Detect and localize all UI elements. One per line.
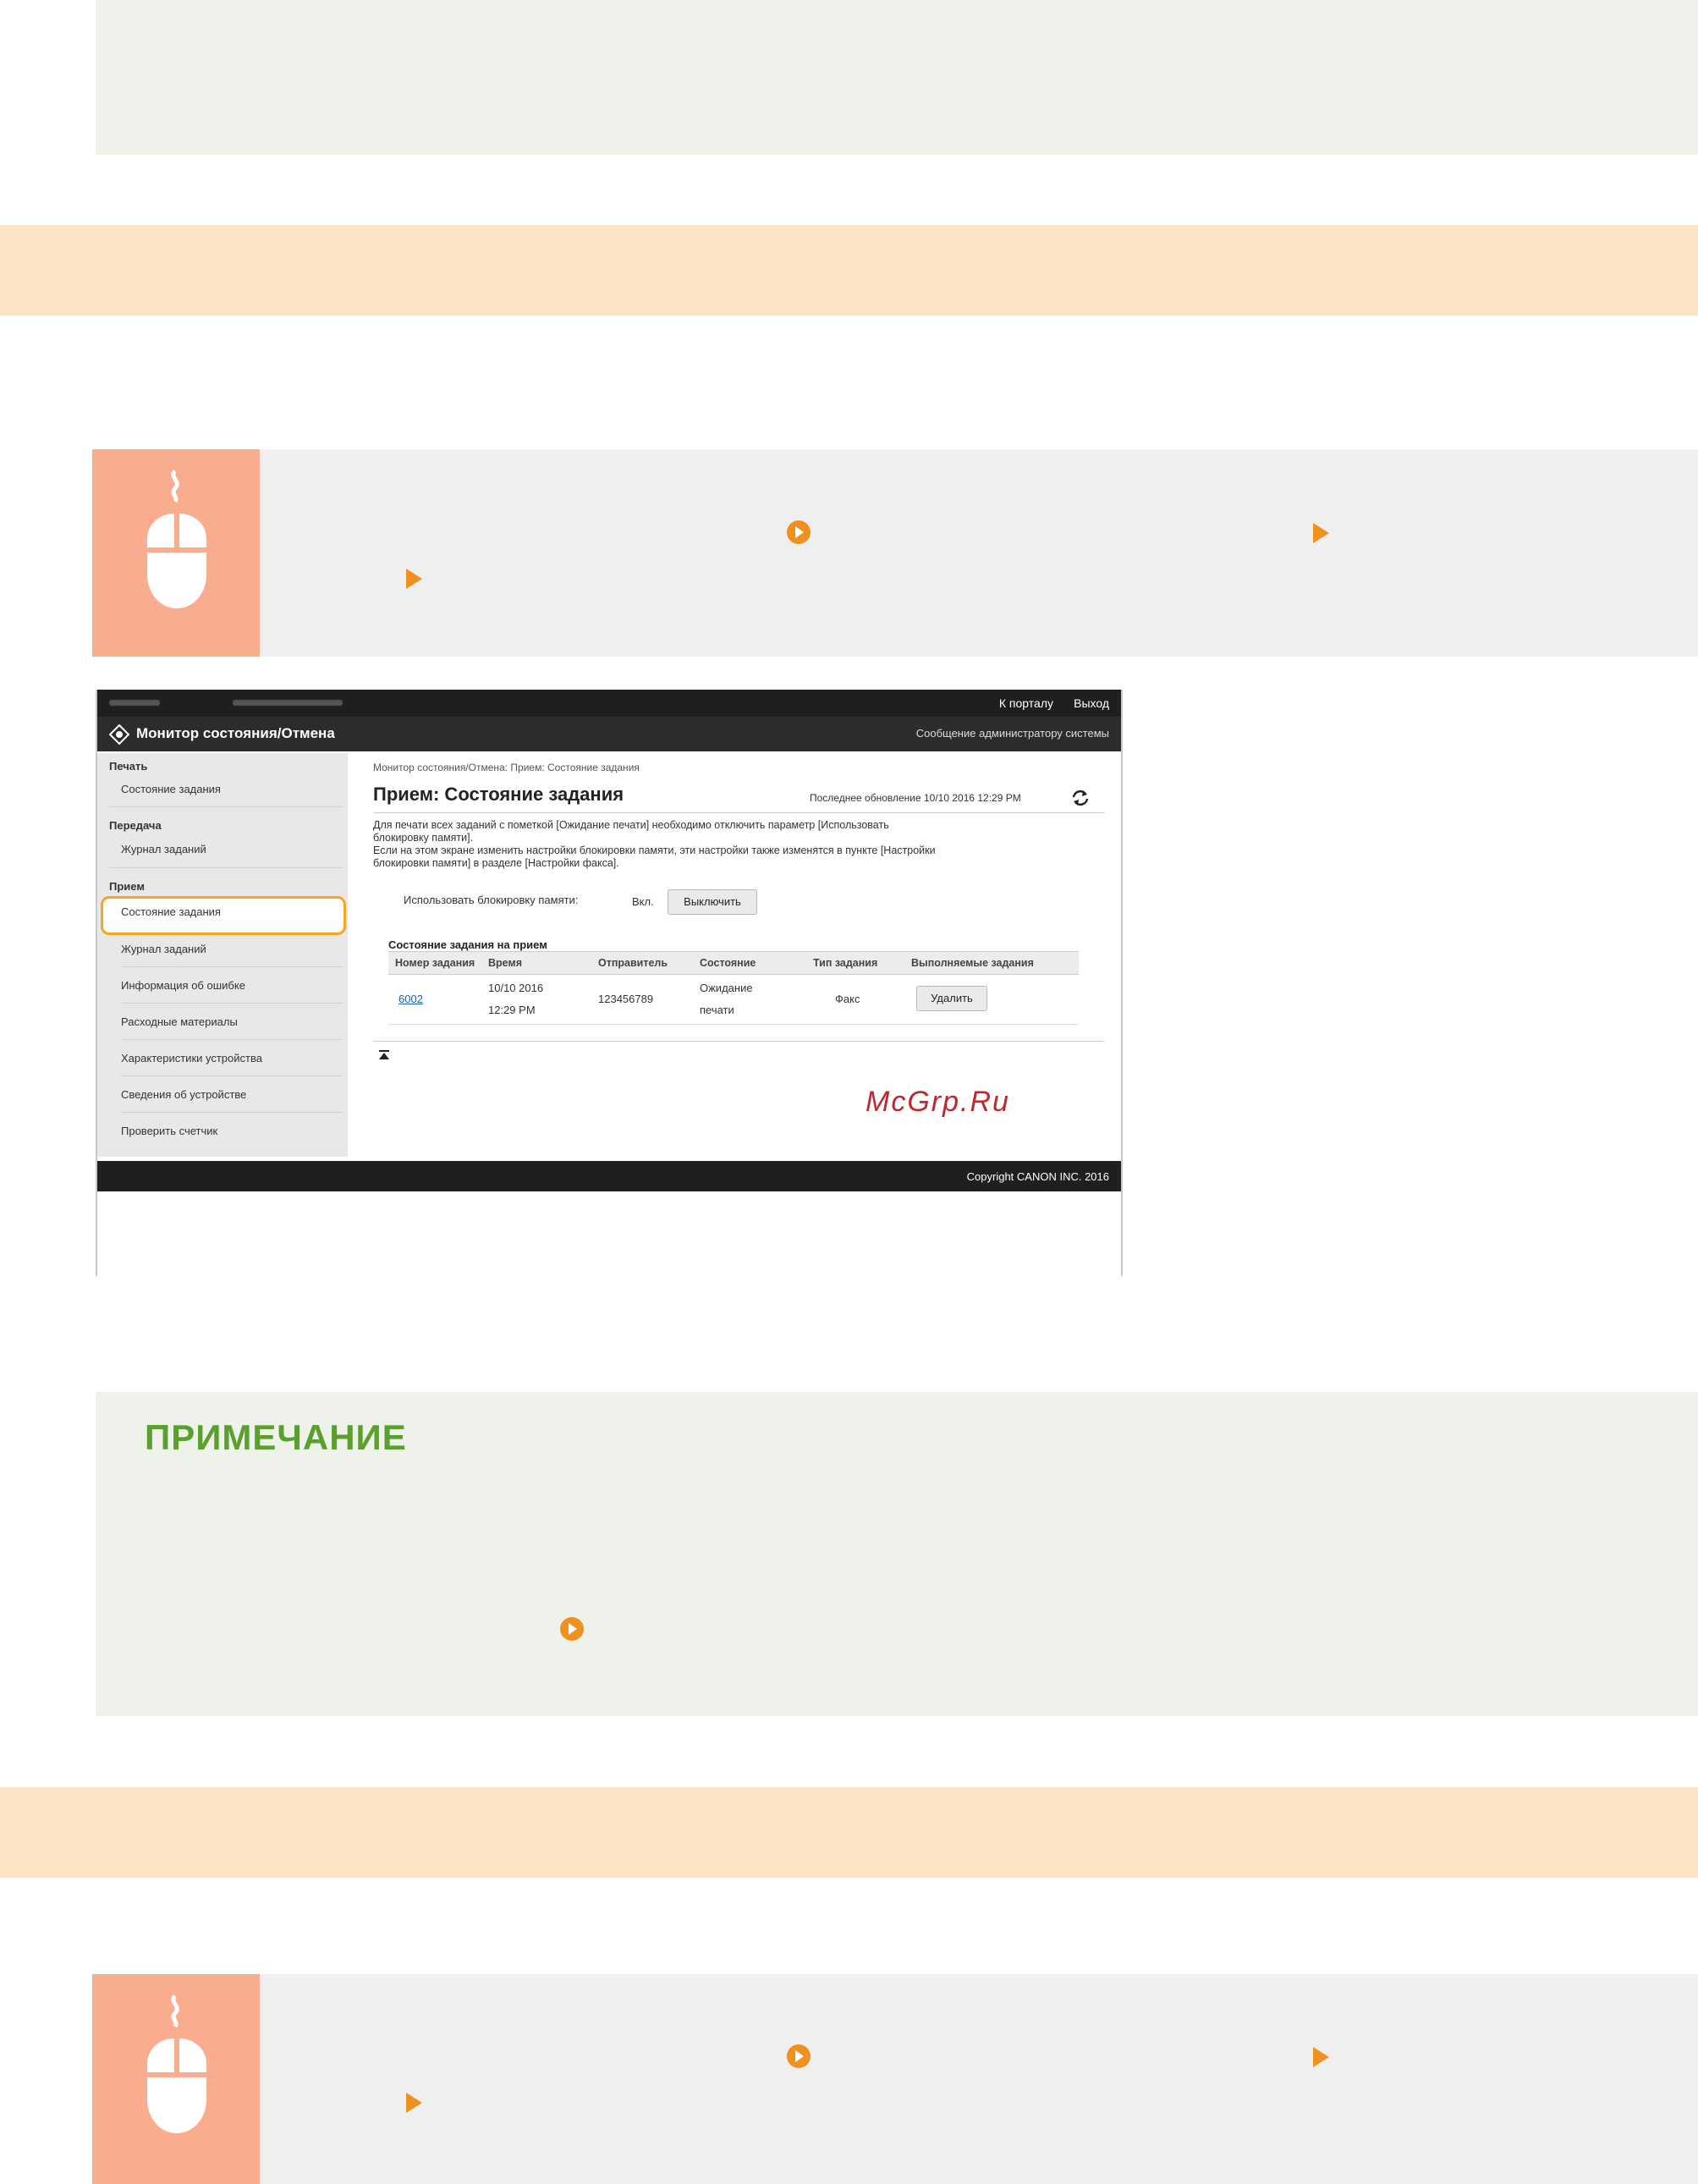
sidebar-item-consumables[interactable]: Расходные материалы [121, 1015, 343, 1028]
job-time-line: 12:29 PM [488, 1004, 536, 1016]
copyright-text: Copyright CANON INC. 2016 [966, 1170, 1109, 1183]
sidebar-item-receive-status[interactable]: Состояние задания [121, 905, 343, 918]
divider [373, 1041, 1104, 1042]
job-status-line: Ожидание [700, 982, 753, 994]
description-line: Если на этом экране изменить настройки б… [373, 844, 936, 856]
operation-step-panel [92, 1974, 1698, 2184]
triangle-arrow-icon [406, 569, 422, 589]
watermark: McGrp.Ru [865, 1086, 1010, 1118]
table-header-cell: Тип задания [813, 957, 878, 969]
note-box-top [96, 0, 1698, 155]
divider [121, 1003, 343, 1004]
portal-link[interactable]: К порталу [999, 696, 1053, 710]
table-header-cell: Отправитель [598, 957, 668, 969]
breadcrumb: Монитор состояния/Отмена: Прием: Состоян… [373, 762, 640, 773]
table-header-cell: Номер задания [395, 957, 475, 969]
divider [388, 1024, 1079, 1025]
description-line: блокировку памяти]. [373, 832, 474, 844]
job-time-line: 10/10 2016 [488, 982, 544, 994]
job-sender: 123456789 [598, 993, 654, 1005]
triangle-arrow-icon [1313, 523, 1329, 543]
sidebar-item-print-status[interactable]: Состояние задания [121, 783, 343, 795]
page-title: Прием: Состояние задания [373, 784, 624, 805]
divider [109, 806, 343, 807]
sidebar-item-error-info[interactable]: Информация об ошибке [121, 979, 343, 992]
divider [373, 812, 1104, 813]
job-type: Факс [835, 993, 860, 1005]
section-header-bar [0, 1787, 1698, 1878]
divider [109, 867, 343, 868]
sidebar-item-check-counter[interactable]: Проверить счетчик [121, 1125, 343, 1137]
operation-icon-box [92, 449, 260, 657]
remote-ui-screenshot: К порталу Выход Монитор состояния/Отмена… [96, 690, 1123, 1276]
table-caption: Состояние задания на прием [388, 938, 547, 951]
screenshot-top-bar: К порталу Выход [97, 690, 1121, 717]
mouse-icon [147, 470, 206, 608]
screenshot-sidebar: Печать Состояние задания Передача Журнал… [97, 753, 348, 1157]
sidebar-item-device-info[interactable]: Сведения об устройстве [121, 1088, 343, 1101]
screenshot-main: Монитор состояния/Отмена: Прием: Состоян… [348, 753, 1121, 1157]
screenshot-title: Монитор состояния/Отмена [136, 725, 335, 741]
sidebar-category-print: Печать [109, 760, 148, 773]
memory-lock-label: Использовать блокировку памяти: [404, 894, 579, 906]
divider [121, 1075, 343, 1076]
job-number-link[interactable]: 6002 [398, 993, 423, 1005]
sidebar-item-receive-log[interactable]: Журнал заданий [121, 943, 343, 955]
divider [121, 1039, 343, 1040]
circle-arrow-icon[interactable] [786, 520, 811, 545]
screenshot-footer: Copyright CANON INC. 2016 [97, 1161, 1121, 1191]
operation-icon-box [92, 1974, 260, 2184]
divider [121, 1112, 343, 1113]
sidebar-category-receive: Прием [109, 880, 145, 893]
description-line: Для печати всех заданий с пометкой [Ожид… [373, 819, 889, 831]
mouse-icon [147, 1994, 206, 2133]
table-header-cell: Выполняемые задания [911, 957, 1034, 969]
last-update-text: Последнее обновление 10/10 2016 12:29 PM [810, 792, 1021, 804]
disable-memory-lock-button[interactable]: Выключить [668, 889, 757, 915]
delete-job-button[interactable]: Удалить [916, 986, 987, 1011]
job-status-line: печати [700, 1004, 734, 1016]
note-heading: ПРИМЕЧАНИЕ [145, 1417, 407, 1457]
sidebar-item-send-log[interactable]: Журнал заданий [121, 843, 343, 855]
blurred-device-info [233, 700, 343, 706]
circle-arrow-icon[interactable] [559, 1616, 585, 1642]
circle-arrow-icon[interactable] [786, 2044, 811, 2069]
table-header-cell: Время [488, 957, 522, 969]
back-to-top-icon[interactable] [378, 1049, 390, 1061]
logout-link[interactable]: Выход [1074, 696, 1109, 710]
memory-lock-value: Вкл. [632, 895, 654, 908]
screenshot-title-bar: Монитор состояния/Отмена Сообщение админ… [97, 717, 1121, 751]
description-text: Для печати всех заданий с пометкой [Ожид… [373, 819, 936, 870]
sidebar-item-device-features[interactable]: Характеристики устройства [121, 1052, 343, 1064]
description-line: блокировки памяти] в разделе [Настройки … [373, 857, 619, 869]
triangle-arrow-icon [1313, 2047, 1329, 2067]
table-header-cell: Состояние [700, 957, 756, 969]
blurred-device-name [109, 700, 160, 706]
divider [121, 966, 343, 967]
admin-message-link[interactable]: Сообщение администратору системы [916, 727, 1109, 740]
operation-step-panel [92, 449, 1698, 657]
triangle-arrow-icon [406, 2093, 422, 2113]
sidebar-category-send: Передача [109, 819, 162, 832]
note-box: ПРИМЕЧАНИЕ [96, 1392, 1698, 1716]
section-header-bar [0, 225, 1698, 316]
refresh-icon[interactable] [1070, 789, 1091, 807]
monitor-icon [109, 724, 129, 745]
